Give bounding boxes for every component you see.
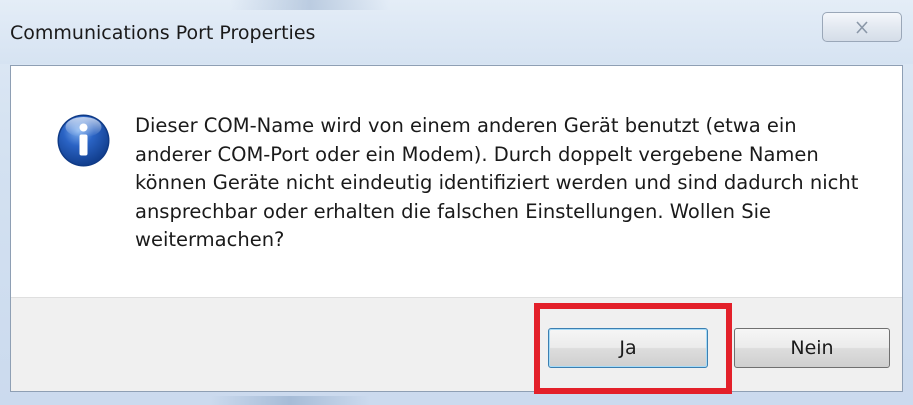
close-button[interactable]	[822, 12, 902, 42]
title-bar: Communications Port Properties	[0, 0, 913, 64]
title-bar-glow	[230, 0, 390, 10]
dialog-message: Dieser COM-Name wird von einem anderen G…	[135, 114, 859, 251]
no-button[interactable]: Nein	[734, 328, 890, 368]
dialog-content: Dieser COM-Name wird von einem anderen G…	[10, 65, 903, 392]
info-icon	[56, 113, 111, 168]
yes-button[interactable]: Ja	[548, 328, 708, 368]
close-icon	[855, 20, 869, 34]
bottom-glow	[210, 396, 370, 405]
window-title: Communications Port Properties	[10, 22, 316, 44]
button-bar: Ja Nein	[11, 297, 902, 391]
dialog-window: Communications Port Properties Dieser CO…	[0, 0, 913, 405]
